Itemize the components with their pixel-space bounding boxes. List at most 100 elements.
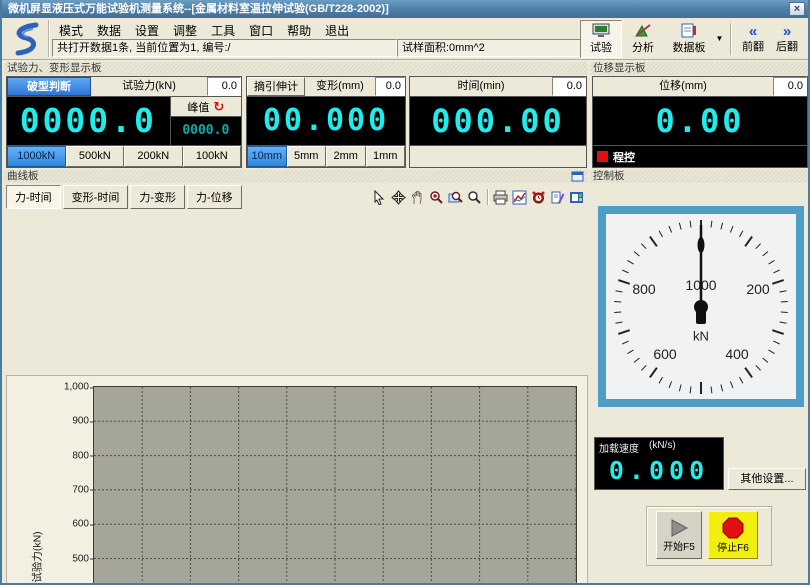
y-tick-label: 700 — [72, 484, 89, 495]
menu-exit[interactable]: 退出 — [318, 20, 356, 38]
toolbar-divider — [730, 23, 731, 55]
databoard-dropdown-icon[interactable]: ▼ — [714, 20, 725, 58]
y-tick-label: 500 — [72, 553, 89, 564]
tab-force-time[interactable]: 力-时间 — [6, 185, 61, 209]
next-page-button[interactable]: » 后翻 — [770, 20, 804, 58]
curve-toolbar-divider — [487, 189, 488, 205]
force-panel: 破型判断 试验力(kN) 0.0 0000.0 峰值 ↻ 0000.0 1000… — [6, 76, 242, 168]
stop-button[interactable]: 停止F6 — [708, 511, 758, 559]
mode-indicator-icon — [597, 151, 608, 162]
force-gauge: 1000 200 400 600 800 kN — [598, 206, 804, 407]
menu-mode[interactable]: 模式 — [52, 20, 90, 38]
curve-board: 曲线板 力-时间 变形-时间 力-变形 力-位移 — [4, 170, 588, 583]
tab-force-deform[interactable]: 力-变形 — [130, 185, 185, 209]
start-button[interactable]: 开始F5 — [656, 511, 702, 559]
program-control-label: 程控 — [613, 149, 635, 165]
load-speed-value: 0.000 — [595, 455, 723, 487]
deform-indicator: 0.0 — [375, 77, 405, 96]
test-button[interactable]: 试验 — [580, 20, 622, 58]
gauge-label-400: 400 — [725, 346, 748, 362]
y-tick-label: 900 — [72, 416, 89, 427]
app-logo-icon — [6, 21, 44, 57]
gauge-label-600: 600 — [653, 346, 676, 362]
close-icon: × — [794, 3, 800, 15]
report-icon[interactable] — [548, 188, 567, 207]
zoom-window-icon[interactable] — [446, 188, 465, 207]
force-range-1000kn[interactable]: 1000kN — [7, 146, 66, 167]
curve-board-header: 曲线板 — [4, 170, 588, 183]
maximize-icon[interactable] — [571, 171, 584, 182]
double-chevron-left-icon: « — [749, 25, 757, 38]
pan-move-icon[interactable] — [389, 188, 408, 207]
displacement-board-header: 位移显示板 — [590, 62, 810, 75]
analyze-button[interactable]: 分析 — [622, 20, 664, 58]
other-settings-button[interactable]: 其他设置... — [728, 468, 806, 490]
menu-settings[interactable]: 设置 — [128, 20, 166, 38]
double-chevron-right-icon: » — [783, 25, 791, 38]
deform-range-1mm[interactable]: 1mm — [366, 146, 406, 167]
gauge-label-800: 800 — [632, 281, 655, 297]
gauge-unit-label: kN — [693, 329, 709, 344]
print-icon[interactable] — [491, 188, 510, 207]
peak-refresh-icon[interactable]: ↻ — [213, 99, 224, 115]
deform-range-10mm[interactable]: 10mm — [247, 146, 287, 167]
force-range-100kn[interactable]: 100kN — [183, 146, 242, 167]
databoard-button[interactable]: 数据板 — [664, 20, 714, 58]
curve-tab-row: 力-时间 变形-时间 力-变形 力-位移 — [4, 183, 588, 209]
monitor-icon — [592, 23, 610, 38]
play-icon — [668, 518, 690, 538]
time-value-display: 000.00 — [410, 97, 586, 145]
force-range-500kn[interactable]: 500kN — [66, 146, 125, 167]
tab-force-displacement[interactable]: 力-位移 — [187, 185, 242, 209]
force-value-display: 0000.0 — [7, 97, 170, 145]
force-indicator: 0.0 — [207, 77, 241, 96]
close-button[interactable]: × — [789, 2, 805, 16]
gauge-label-1000: 1000 — [685, 277, 716, 293]
prev-page-button[interactable]: « 前翻 — [736, 20, 770, 58]
y-tick-label: 800 — [72, 450, 89, 461]
deform-range-2mm[interactable]: 2mm — [326, 146, 366, 167]
tab-deform-time[interactable]: 变形-时间 — [63, 185, 129, 209]
load-speed-label: 加载速度 — [599, 440, 639, 455]
main-toolbar: 试验 分析 数据板 ▼ « 前翻 » 后翻 — [580, 20, 804, 58]
time-indicator: 0.0 — [552, 77, 586, 96]
curve-chart-icon[interactable] — [510, 188, 529, 207]
alarm-icon[interactable] — [529, 188, 548, 207]
chart-area: 01002003004005006007008009001,000 00.10.… — [6, 375, 588, 585]
load-speed-unit: (kN/s) — [649, 440, 676, 455]
specimen-area-field: 试样面积:0mm^2 — [397, 39, 610, 57]
app-window: 微机屏显液压式万能试验机测量系统--[金属材料室温拉伸试验(GB/T228-20… — [0, 0, 810, 585]
zoom-in-icon[interactable] — [427, 188, 446, 207]
menu-tools[interactable]: 工具 — [204, 20, 242, 38]
screenshot-icon[interactable] — [567, 188, 586, 207]
databoard-icon — [681, 23, 697, 38]
break-judge-button[interactable]: 破型判断 — [7, 77, 91, 96]
deform-label: 变形(mm) — [305, 77, 375, 96]
load-speed-panel: 加载速度 (kN/s) 0.000 — [594, 437, 724, 490]
title-bar: 微机屏显液压式万能试验机测量系统--[金属材料室温拉伸试验(GB/T228-20… — [2, 0, 808, 18]
force-label: 试验力(kN) — [91, 77, 207, 96]
menu-help[interactable]: 帮助 — [280, 20, 318, 38]
display-board-header: 试验力、变形显示板 — [4, 62, 588, 75]
force-range-200kn[interactable]: 200kN — [124, 146, 183, 167]
status-row: 共打开数据1条, 当前位置为1, 编号:/ 试样面积:0mm^2 — [52, 39, 610, 57]
remove-extensometer-button[interactable]: 摘引伸计 — [247, 77, 305, 96]
menu-data[interactable]: 数据 — [90, 20, 128, 38]
deform-range-5mm[interactable]: 5mm — [287, 146, 327, 167]
displacement-value-display: 0.00 — [593, 97, 807, 145]
chart-plot-area[interactable] — [93, 386, 577, 585]
time-empty-row — [410, 145, 586, 167]
select-cursor-icon[interactable] — [370, 188, 389, 207]
open-data-status: 共打开数据1条, 当前位置为1, 编号:/ — [52, 39, 397, 57]
displacement-panel: 位移(mm) 0.0 0.00 程控 — [592, 76, 808, 168]
zoom-out-icon[interactable] — [465, 188, 484, 207]
deform-value-display: 00.000 — [247, 97, 405, 145]
stop-octagon-icon — [721, 517, 745, 539]
menu-bar: 模式 数据 设置 调整 工具 窗口 帮助 退出 — [52, 20, 356, 38]
menu-window[interactable]: 窗口 — [242, 20, 280, 38]
analyze-chart-icon — [634, 23, 652, 38]
hand-tool-icon[interactable] — [408, 188, 427, 207]
menu-adjust[interactable]: 调整 — [166, 20, 204, 38]
displacement-label: 位移(mm) — [593, 77, 773, 96]
time-panel: 时间(min) 0.0 000.00 — [409, 76, 587, 168]
